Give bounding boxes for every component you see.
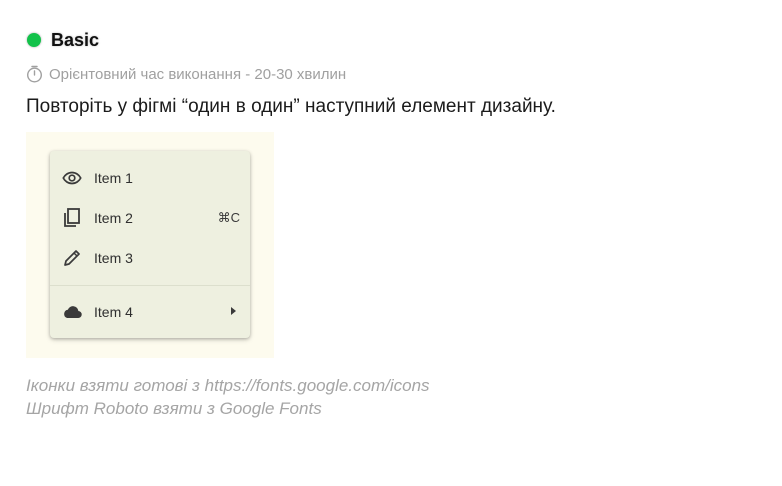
level-indicator-dot [27, 33, 41, 47]
menu-item-label: Item 2 [94, 210, 133, 226]
level-label: Basic [51, 29, 100, 50]
menu-item-2[interactable]: Item 2 ⌘C [50, 198, 250, 238]
design-preview: Item 1 Item 2 ⌘C Item 3 Item 4 [26, 132, 274, 358]
menu-item-3[interactable]: Item 3 [50, 238, 250, 278]
keyboard-shortcut: ⌘C [217, 210, 240, 225]
menu-item-label: Item 4 [94, 304, 133, 320]
icons-source-note: Іконки взяти готові з https://fonts.goog… [26, 376, 430, 395]
menu-item-label: Item 3 [94, 250, 133, 266]
time-estimate-text: Орієнтовний час виконання - 20-30 хвилин [49, 65, 347, 83]
font-source-note: Шрифт Roboto взяти з Google Fonts [26, 399, 322, 418]
eye-icon [62, 171, 82, 185]
stopwatch-icon [26, 65, 43, 83]
copy-icon [64, 208, 80, 227]
task-description: Повторіть у фігмі “один в один” наступни… [26, 96, 556, 117]
submenu-arrow-icon [231, 307, 236, 315]
pencil-icon [64, 250, 80, 266]
time-estimate-row: Орієнтовний час виконання - 20-30 хвилин [26, 64, 346, 84]
menu-divider [50, 285, 250, 286]
menu-item-label: Item 1 [94, 170, 133, 186]
level-row: Basic [26, 28, 99, 52]
notes: Іконки взяти готові з https://fonts.goog… [26, 374, 430, 420]
cloud-icon [64, 306, 82, 319]
menu-item-1[interactable]: Item 1 [50, 158, 250, 198]
menu-item-4[interactable]: Item 4 [50, 292, 250, 332]
context-menu: Item 1 Item 2 ⌘C Item 3 Item 4 [50, 151, 250, 338]
